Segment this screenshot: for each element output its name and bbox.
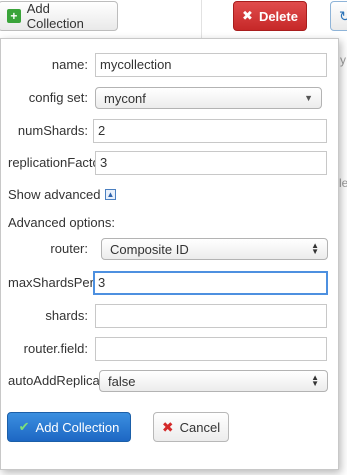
updown-arrows-icon: ▲ ▼ [311,373,319,388]
background-text-fragment: le [339,176,347,190]
replication-factor-label: replicationFactor: [8,155,95,170]
router-field-label: router.field: [23,341,88,356]
shards-row: shards: [1,304,340,328]
router-field-input[interactable] [95,337,327,361]
plus-icon: + [7,9,21,23]
max-shards-per-node-row: maxShardsPerNode: 3 [1,271,340,295]
name-label: name: [51,57,88,72]
replication-factor-input[interactable]: 3 [95,151,327,175]
updown-arrows-icon: ▲ ▼ [311,241,319,256]
collections-toolbar: + Add Collection ✖ Delete ↻ [0,0,347,38]
cancel-label: Cancel [179,419,221,435]
auto-add-replicas-select[interactable]: false ▲ ▼ [99,370,328,392]
num-shards-label: numShards: [17,123,88,138]
add-collection-submit-button[interactable]: ✔ Add Collection [7,412,131,442]
advanced-options-heading: Advanced options: [8,215,115,230]
close-icon: ✖ [242,8,253,23]
config-set-select[interactable]: myconf ▼ [95,87,322,109]
advanced-options-row: Advanced options: [1,211,340,235]
add-collection-dialog: name: mycollection config set: myconf ▼ … [0,38,339,470]
toolbar-divider [201,0,202,38]
num-shards-input[interactable]: 2 [93,119,327,143]
chevron-down-icon: ▼ [304,93,313,103]
config-set-label: config set: [28,90,88,105]
router-select[interactable]: Composite ID ▲ ▼ [101,238,328,260]
max-shards-per-node-label: maxShardsPerNode: [8,275,95,290]
checkmark-icon: ✔ [18,419,30,434]
auto-add-replicas-value: false [108,373,136,389]
config-set-value: myconf [104,90,146,106]
show-advanced-label[interactable]: Show advanced [8,187,101,202]
close-icon: ✖ [161,418,174,435]
add-collection-submit-label: Add Collection [35,419,120,435]
replication-factor-row: replicationFactor: 3 [1,151,340,175]
config-set-row: config set: myconf ▼ [1,86,340,110]
delete-label: Delete [258,8,298,24]
router-label: router: [50,241,88,256]
delete-button[interactable]: ✖ Delete [233,1,307,31]
cancel-button[interactable]: ✖ Cancel [153,412,229,442]
auto-add-replicas-row: autoAddReplicas: false ▲ ▼ [1,369,340,393]
num-shards-row: numShards: 2 [1,119,340,143]
add-collection-toolbar-label: Add Collection [26,1,84,31]
shards-label: shards: [45,308,88,323]
show-advanced-row[interactable]: Show advanced ▲ [1,183,340,207]
router-field-row: router.field: [1,337,340,361]
name-row: name: mycollection [1,53,340,77]
auto-add-replicas-label: autoAddReplicas: [8,373,103,388]
max-shards-per-node-input[interactable]: 3 [93,271,328,295]
add-collection-toolbar-button[interactable]: + Add Collection [0,1,118,31]
name-input[interactable]: mycollection [95,53,327,77]
reload-button[interactable]: ↻ [330,1,347,31]
chevron-up-icon[interactable]: ▲ [105,189,116,200]
shards-input[interactable] [95,304,327,328]
router-value: Composite ID [110,241,189,257]
background-text-fragment: y [340,53,346,67]
router-row: router: Composite ID ▲ ▼ [1,237,340,261]
refresh-icon: ↻ [339,7,347,24]
